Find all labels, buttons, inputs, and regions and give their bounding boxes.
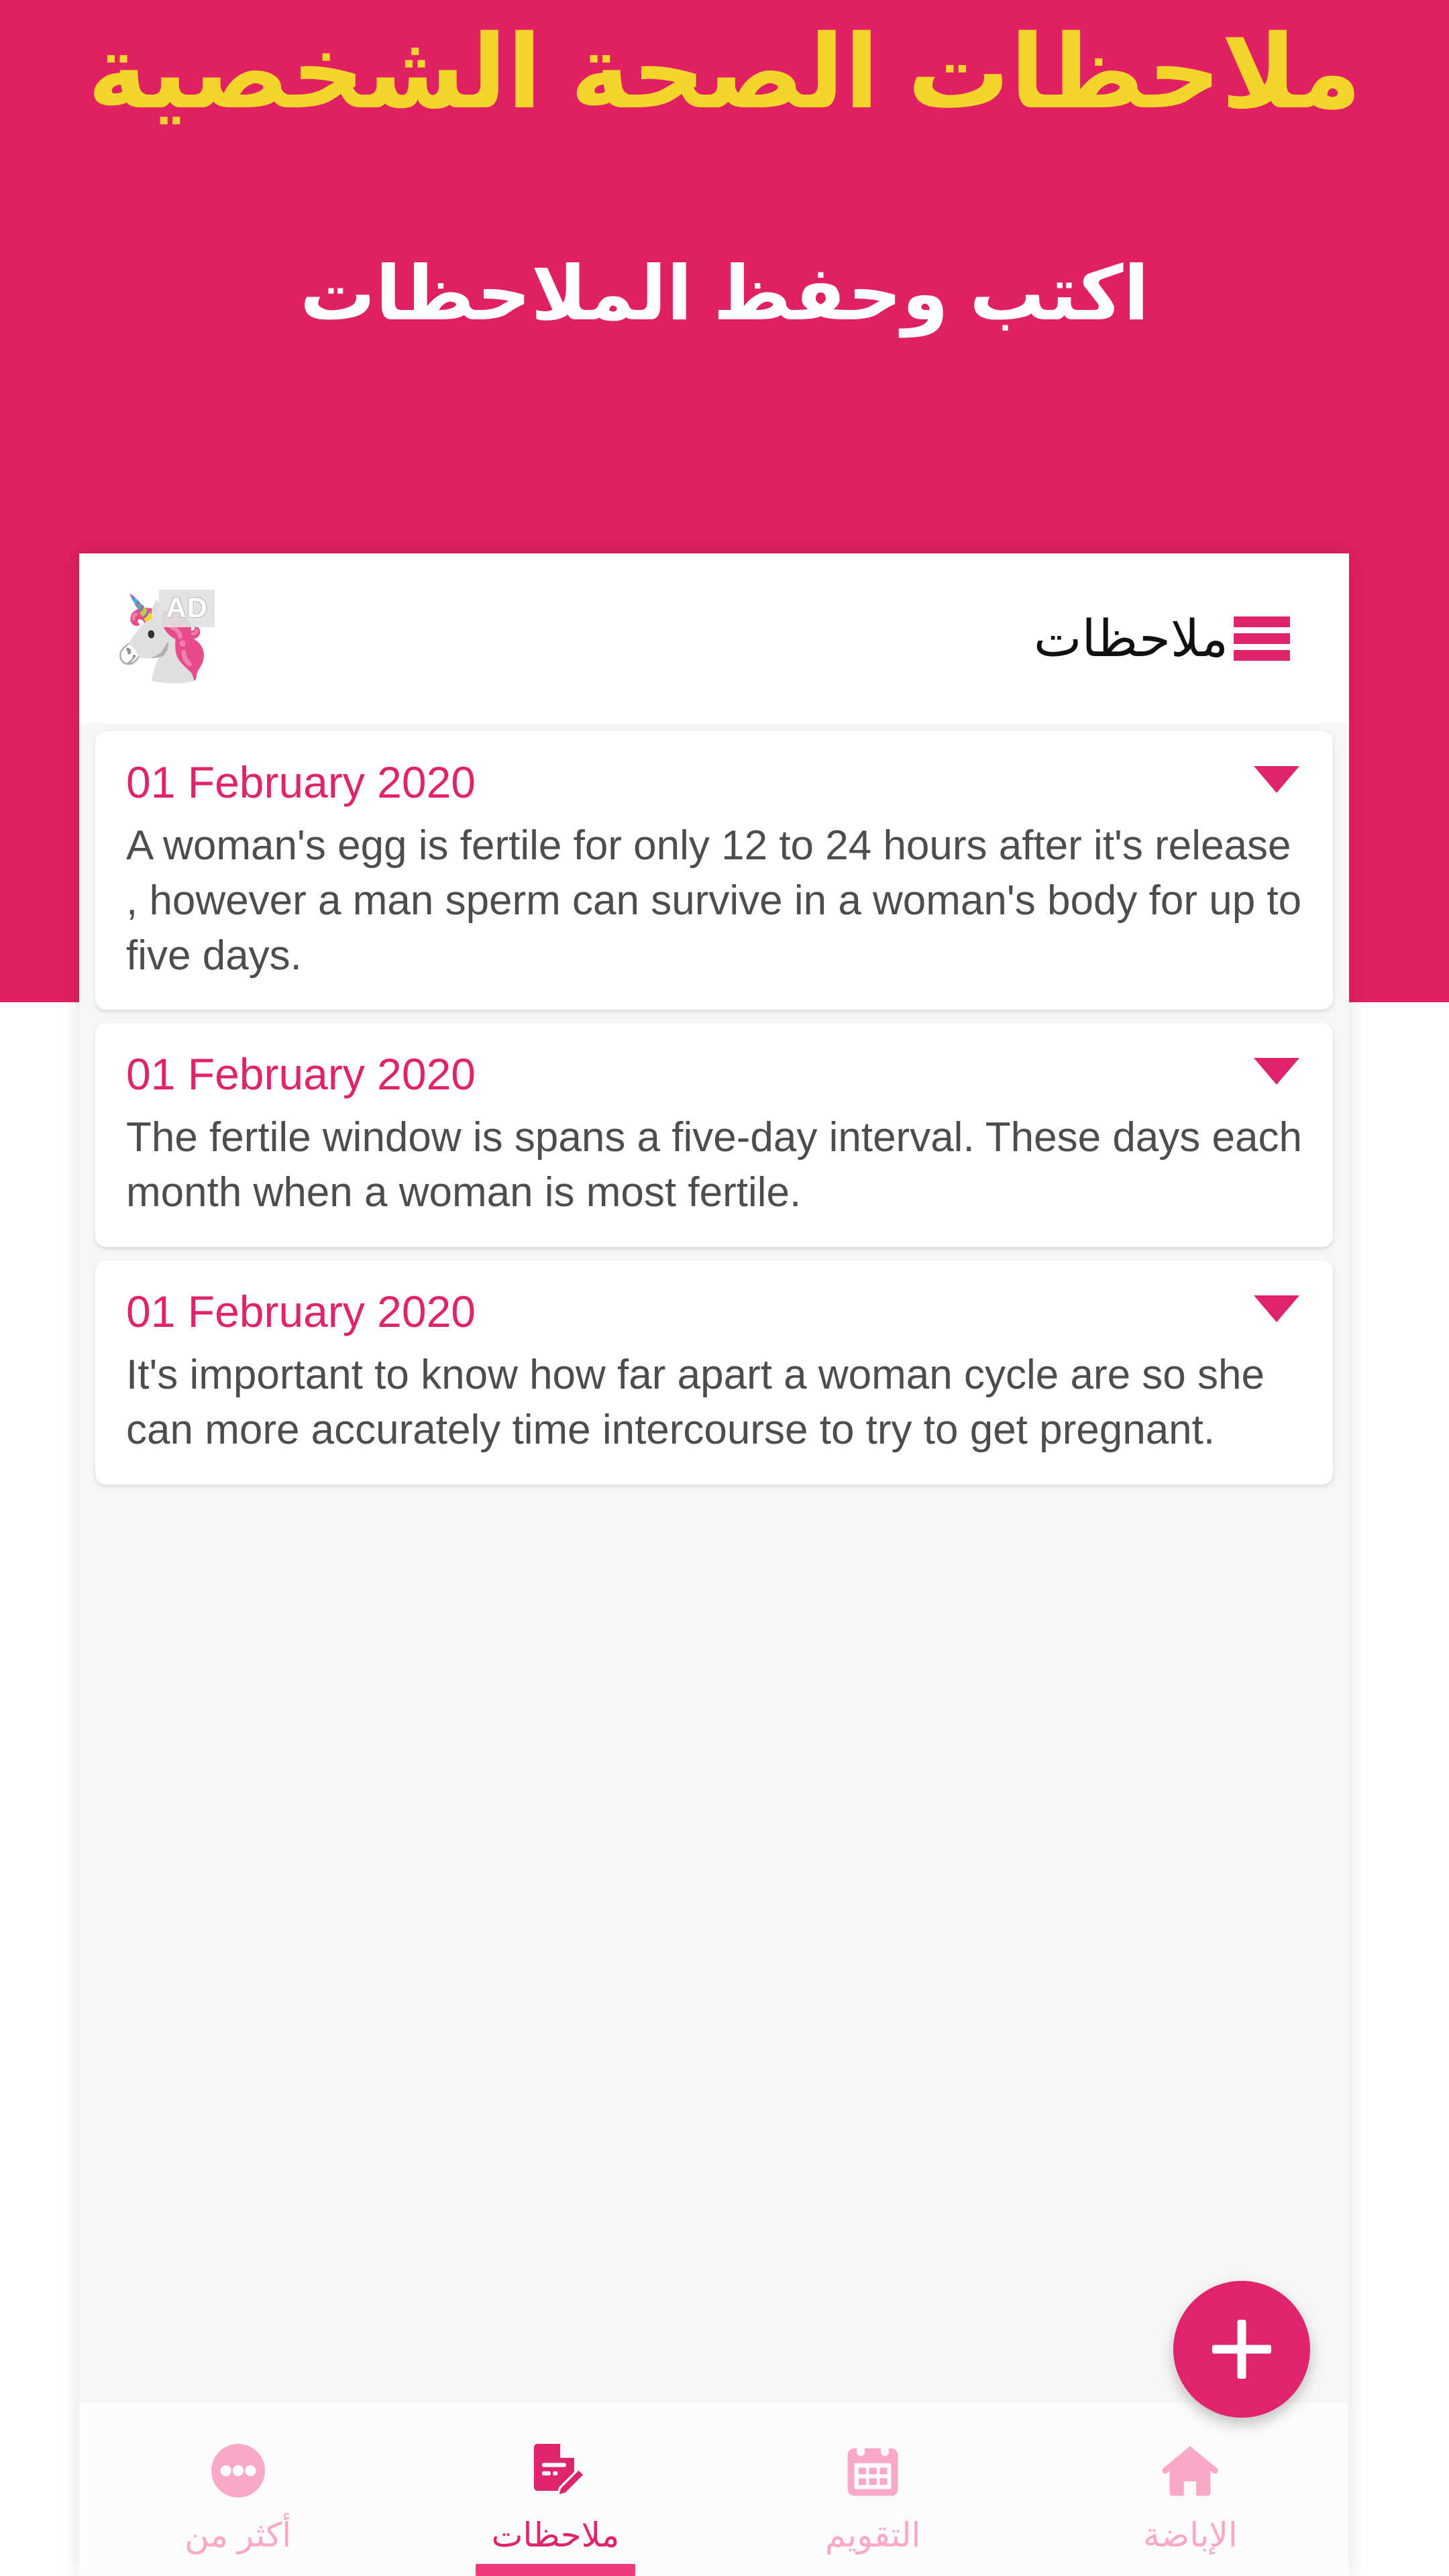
note-text: It's important to know how far apart a w… [126, 1351, 1265, 1453]
note-card-header: 01 February 2020 [126, 1287, 1302, 1337]
note-date: 01 February 2020 [126, 1049, 476, 1099]
note-card-header: 01 February 2020 [126, 757, 1302, 808]
app-bar: ملاحظات 🦄 AD [79, 553, 1349, 723]
caret-down-icon[interactable] [1254, 1295, 1299, 1322]
nav-label-calendar: التقويم [824, 2516, 921, 2555]
more-dots-icon [205, 2436, 272, 2506]
hamburger-bar-1 [1234, 616, 1290, 627]
nav-label-notes: ملاحظات [491, 2516, 620, 2555]
hamburger-menu-icon[interactable] [1234, 616, 1290, 661]
notes-list: 01 February 2020 A woman's egg is fertil… [79, 723, 1349, 2576]
hamburger-bar-2 [1234, 633, 1290, 644]
note-card[interactable]: 01 February 2020 The fertile window is s… [95, 1023, 1333, 1247]
page-title: ملاحظات [1033, 610, 1228, 667]
add-note-button[interactable] [1173, 2281, 1310, 2418]
nav-item-more[interactable]: أكثر من [79, 2403, 396, 2576]
promo-subtitle: اكتب وحفظ الملاحظات [300, 252, 1149, 335]
ad-badge-label: AD [159, 589, 215, 627]
note-card[interactable]: 01 February 2020 A woman's egg is fertil… [95, 731, 1333, 1010]
ad-banner[interactable]: 🦄 AD [109, 588, 216, 689]
nav-item-notes[interactable]: ملاحظات [396, 2403, 714, 2576]
home-icon [1157, 2436, 1224, 2506]
promo-title: ملاحظات الصحة الشخصية [87, 15, 1362, 129]
nav-label-ovulation: الإباضة [1142, 2516, 1238, 2555]
note-date: 01 February 2020 [126, 757, 476, 807]
caret-down-icon[interactable] [1254, 766, 1299, 793]
note-card[interactable]: 01 February 2020 It's important to know … [95, 1260, 1333, 1485]
note-date: 01 February 2020 [126, 1286, 476, 1336]
nav-label-more: أكثر من [184, 2516, 292, 2555]
app-screen: ملاحظات 🦄 AD 01 February 2020 A woman's … [79, 553, 1349, 2576]
note-edit-icon [522, 2436, 589, 2506]
bottom-navigation: الإباضة التقويم ملاحظات أكثر من [79, 2403, 1349, 2576]
nav-item-ovulation[interactable]: الإباضة [1032, 2403, 1349, 2576]
nav-item-calendar[interactable]: التقويم [714, 2403, 1032, 2576]
note-text: The fertile window is spans a five-day i… [126, 1114, 1302, 1216]
active-tab-indicator [475, 2564, 635, 2576]
calendar-icon [839, 2436, 906, 2506]
hamburger-bar-3 [1234, 649, 1290, 661]
note-card-header: 01 February 2020 [126, 1049, 1302, 1099]
caret-down-icon[interactable] [1254, 1058, 1299, 1085]
note-text: A woman's egg is fertile for only 12 to … [126, 822, 1302, 979]
